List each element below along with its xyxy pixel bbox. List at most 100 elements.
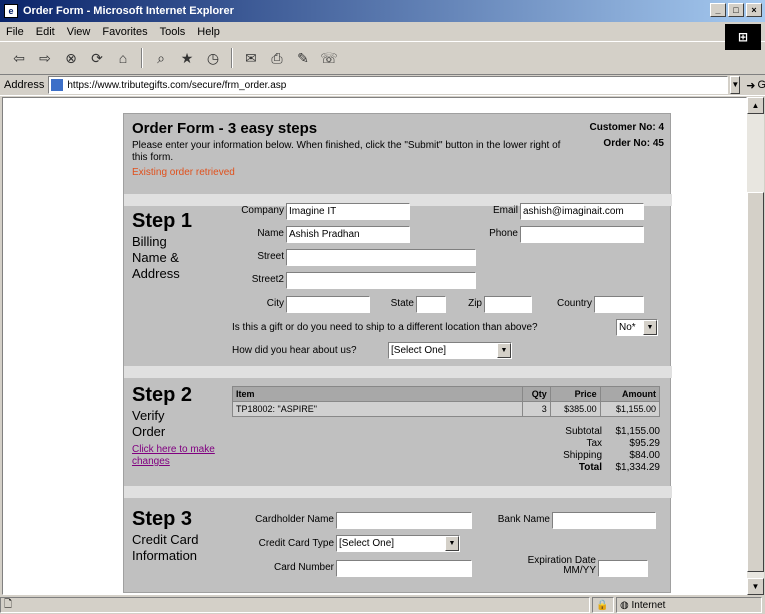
cardtype-label: Credit Card Type xyxy=(258,538,334,549)
section-divider xyxy=(124,366,672,378)
forward-icon[interactable]: ⇨ xyxy=(34,47,56,69)
vertical-scrollbar[interactable]: ▲ ▼ xyxy=(747,97,764,595)
state-input[interactable] xyxy=(416,296,446,313)
print-icon[interactable]: ⎙ xyxy=(266,47,288,69)
address-dropdown-icon[interactable]: ▼ xyxy=(730,76,741,94)
cardtype-select[interactable]: [Select One] ▼ xyxy=(336,535,460,552)
gift-select[interactable]: No* ▼ xyxy=(616,319,658,336)
country-input[interactable] xyxy=(594,296,644,313)
zone-cell: ◍ Internet xyxy=(616,597,762,613)
menu-help[interactable]: Help xyxy=(197,26,220,38)
row-qty: 3 xyxy=(522,401,551,417)
tax-label: Tax xyxy=(586,438,602,449)
refresh-icon[interactable]: ⟳ xyxy=(86,47,108,69)
zone-label: Internet xyxy=(631,599,666,611)
page-icon xyxy=(51,79,64,91)
make-changes-link[interactable]: Click here to make changes xyxy=(132,444,222,468)
cardholder-input[interactable] xyxy=(336,512,472,529)
address-url: https://www.tributegifts.com/secure/frm_… xyxy=(67,79,287,91)
gift-question: Is this a gift or do you need to ship to… xyxy=(232,322,538,333)
step3-subtitle-line: Information xyxy=(132,548,198,563)
expiration-label: Expiration Date MM/YY xyxy=(500,556,596,576)
toolbar-separator xyxy=(141,48,143,68)
close-button[interactable]: × xyxy=(746,3,762,17)
address-input[interactable]: https://www.tributegifts.com/secure/frm_… xyxy=(48,76,729,94)
hear-select[interactable]: [Select One] ▼ xyxy=(388,342,512,359)
scroll-up-icon[interactable]: ▲ xyxy=(747,97,764,114)
street-input[interactable] xyxy=(286,249,476,266)
form-title: Order Form - 3 easy steps xyxy=(132,120,318,137)
country-label: Country xyxy=(556,298,592,309)
menu-view[interactable]: View xyxy=(67,26,91,38)
window-title: Order Form - Microsoft Internet Explorer xyxy=(23,5,234,17)
column-item: Item xyxy=(232,386,523,402)
zip-input[interactable] xyxy=(484,296,532,313)
order-no-label: Order No: xyxy=(603,138,651,149)
favorites-icon[interactable]: ★ xyxy=(176,47,198,69)
scroll-down-icon[interactable]: ▼ xyxy=(747,578,764,595)
phone-input[interactable] xyxy=(520,226,644,243)
row-amount: $1,155.00 xyxy=(599,401,661,417)
row-item: TP18002: "ASPIRE" xyxy=(232,401,523,417)
bank-input[interactable] xyxy=(552,512,656,529)
city-label: City xyxy=(266,298,284,309)
menu-favorites[interactable]: Favorites xyxy=(102,26,147,38)
column-amount: Amount xyxy=(599,386,661,402)
totals-labels: Subtotal Tax Shipping Total xyxy=(534,426,602,474)
company-input[interactable]: Imagine IT xyxy=(286,203,410,220)
status-text-cell: 🗋 xyxy=(0,597,590,613)
name-label: Name xyxy=(257,228,284,239)
search-icon[interactable]: ⌕ xyxy=(150,47,172,69)
table-header-row: Item Qty Price Amount xyxy=(232,386,661,402)
menu-bar: File Edit View Favorites Tools Help xyxy=(0,22,765,42)
expiration-input[interactable] xyxy=(598,560,648,577)
step3-subtitle: Credit Card Information xyxy=(132,532,198,564)
step2-subtitle-line: Order xyxy=(132,424,166,439)
maximize-button[interactable]: □ xyxy=(728,3,744,17)
city-input[interactable] xyxy=(286,296,370,313)
back-icon[interactable]: ⇦ xyxy=(8,47,30,69)
email-input[interactable]: ashish@imaginait.com xyxy=(520,203,644,220)
cardnumber-label: Card Number xyxy=(273,562,334,573)
chevron-down-icon: ▼ xyxy=(497,343,511,358)
section-divider xyxy=(124,486,672,498)
email-label: Email xyxy=(492,205,518,216)
edit-icon[interactable]: ✎ xyxy=(292,47,314,69)
expiration-label-line2: MM/YY xyxy=(563,565,596,576)
cardnumber-input[interactable] xyxy=(336,560,472,577)
bank-label: Bank Name xyxy=(497,514,550,525)
address-label: Address xyxy=(4,79,45,91)
step3-title: Step 3 xyxy=(132,508,193,530)
home-icon[interactable]: ⌂ xyxy=(112,47,134,69)
order-status-message: Existing order retrieved xyxy=(132,167,235,178)
step2-title: Step 2 xyxy=(132,384,193,406)
stop-icon[interactable]: ⊗ xyxy=(60,47,82,69)
zip-label: Zip xyxy=(468,298,482,309)
hear-question: How did you hear about us? xyxy=(232,345,357,356)
minimize-button[interactable]: _ xyxy=(710,3,726,17)
windows-logo-icon: ⊞ xyxy=(725,24,761,50)
menu-tools[interactable]: Tools xyxy=(160,26,186,38)
order-no-value: 45 xyxy=(652,138,664,149)
shipping-value: $84.00 xyxy=(629,450,660,461)
customer-no-value: 4 xyxy=(658,122,664,133)
street2-label: Street2 xyxy=(251,274,284,285)
address-bar: Address https://www.tributegifts.com/sec… xyxy=(0,74,765,96)
go-button[interactable]: ➜ Go xyxy=(746,79,765,92)
table-row: TP18002: "ASPIRE" 3 $385.00 $1,155.00 xyxy=(232,401,661,417)
scroll-thumb[interactable] xyxy=(747,192,764,572)
menu-file[interactable]: File xyxy=(6,26,24,38)
total-value: $1,334.29 xyxy=(615,462,661,473)
go-label: Go xyxy=(757,79,765,91)
history-icon[interactable]: ◷ xyxy=(202,47,224,69)
step1-subtitle-line: Name & xyxy=(132,250,179,265)
menu-edit[interactable]: Edit xyxy=(36,26,55,38)
hear-select-value: [Select One] xyxy=(391,345,447,356)
customer-no-label: Customer No: xyxy=(589,122,656,133)
form-instructions: Please enter your information below. Whe… xyxy=(132,140,561,163)
row-price: $385.00 xyxy=(549,401,601,417)
street2-input[interactable] xyxy=(286,272,476,289)
name-input[interactable]: Ashish Pradhan xyxy=(286,226,410,243)
discuss-icon[interactable]: ☏ xyxy=(318,47,340,69)
mail-icon[interactable]: ✉ xyxy=(240,47,262,69)
